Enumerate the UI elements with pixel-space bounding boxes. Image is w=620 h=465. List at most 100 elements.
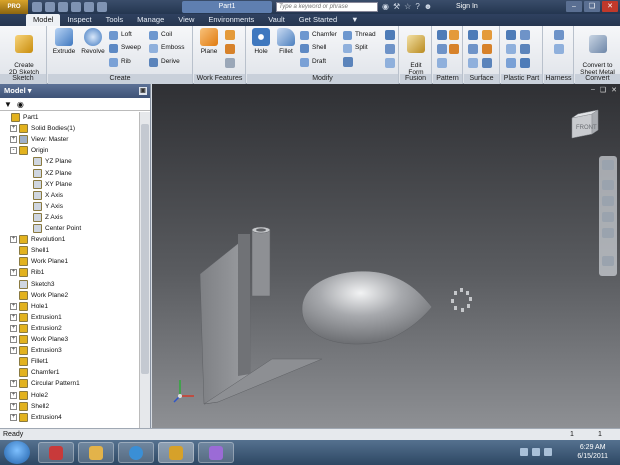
- binoculars-icon[interactable]: ◉: [382, 2, 389, 12]
- tree-node[interactable]: Shell1: [10, 245, 49, 256]
- filter-icon[interactable]: ▼: [4, 100, 12, 109]
- tree-node[interactable]: + Hole1: [10, 301, 48, 312]
- tab-inspect[interactable]: Inspect: [60, 14, 98, 26]
- shell-button[interactable]: Shell: [300, 43, 326, 53]
- convert-to-sheet-metal-button[interactable]: Convert to Sheet Metal: [576, 28, 619, 76]
- tree-expander-icon[interactable]: +: [10, 380, 17, 388]
- trim-icon[interactable]: [482, 44, 492, 54]
- pattern-option-icon[interactable]: [437, 58, 447, 68]
- scrollbar-thumb[interactable]: [141, 124, 149, 374]
- app-logo[interactable]: PRO: [0, 0, 28, 14]
- tree-node[interactable]: + Extrusion1: [10, 312, 62, 323]
- help-search-input[interactable]: Type a keyword or phrase: [276, 2, 378, 12]
- tab-manage[interactable]: Manage: [130, 14, 171, 26]
- tree-expander-icon[interactable]: -: [10, 147, 17, 155]
- sculpt-icon[interactable]: [482, 30, 492, 40]
- taskbar-app-5[interactable]: [198, 442, 234, 463]
- edit-form-button[interactable]: Edit Form: [402, 28, 430, 76]
- tree-node[interactable]: Sketch3: [10, 279, 55, 290]
- tree-node[interactable]: Y Axis: [24, 201, 63, 212]
- rule-fillet-icon[interactable]: [506, 58, 516, 68]
- volume-icon[interactable]: [532, 448, 540, 456]
- tree-expander-icon[interactable]: +: [10, 391, 17, 399]
- tree-expander-icon[interactable]: +: [10, 136, 17, 144]
- tree-expander-icon[interactable]: +: [10, 236, 17, 244]
- ribbon-options-icon[interactable]: ▼: [344, 14, 365, 26]
- restore-icon[interactable]: ❑: [584, 1, 600, 12]
- tree-node[interactable]: XY Plane: [24, 179, 72, 190]
- harness-icon[interactable]: [554, 30, 564, 40]
- help-icon[interactable]: ?: [415, 2, 419, 12]
- tree-expander-icon[interactable]: +: [10, 125, 17, 133]
- tree-expander-icon[interactable]: +: [10, 324, 17, 332]
- browser-scrollbar[interactable]: [139, 112, 150, 428]
- tree-node[interactable]: + Extrusion3: [10, 345, 62, 356]
- chamfer-button[interactable]: Chamfer: [300, 30, 337, 40]
- plane-button[interactable]: Plane: [196, 28, 222, 55]
- select-icon[interactable]: [97, 2, 107, 12]
- redo-icon[interactable]: [84, 2, 94, 12]
- tree-node[interactable]: + Circular Pattern1: [10, 378, 80, 389]
- tree-node[interactable]: + Work Plane3: [10, 334, 68, 345]
- coil-button[interactable]: Coil: [149, 30, 172, 40]
- tree-node[interactable]: Work Plane2: [10, 290, 68, 301]
- draft-button[interactable]: Draft: [300, 57, 326, 67]
- tab-view[interactable]: View: [171, 14, 201, 26]
- create-2d-sketch-button[interactable]: Create 2D Sketch: [4, 28, 44, 76]
- star-icon[interactable]: ☆: [404, 2, 411, 12]
- tree-node[interactable]: + Revolution1: [10, 234, 65, 245]
- rectangular-pattern-icon[interactable]: [437, 30, 447, 40]
- fillet-button[interactable]: Fillet: [274, 28, 298, 55]
- tree-expander-icon[interactable]: +: [10, 336, 17, 343]
- combine-icon[interactable]: [343, 57, 353, 67]
- lip-icon[interactable]: [520, 58, 530, 68]
- tree-expander-icon[interactable]: +: [10, 413, 17, 421]
- rest-icon[interactable]: [506, 44, 516, 54]
- point-icon[interactable]: [225, 44, 235, 54]
- network-icon[interactable]: [520, 448, 528, 456]
- new-icon[interactable]: [32, 2, 42, 12]
- steering-wheel-icon[interactable]: [602, 160, 614, 170]
- graphics-window[interactable]: – ❑ ✕ FRONT: [152, 84, 620, 428]
- tube-body[interactable]: [251, 229, 271, 297]
- model-canvas[interactable]: FRONT: [152, 84, 620, 428]
- axis-icon[interactable]: [225, 30, 235, 40]
- thread-button[interactable]: Thread: [343, 30, 376, 40]
- sweep-button[interactable]: Sweep: [109, 43, 141, 53]
- loft-button[interactable]: Loft: [109, 30, 132, 40]
- patch-icon[interactable]: [468, 44, 478, 54]
- minimize-icon[interactable]: –: [566, 1, 582, 12]
- pan-icon[interactable]: [602, 180, 614, 190]
- delete-face-icon[interactable]: [385, 58, 395, 68]
- taskbar-app-1[interactable]: [38, 442, 74, 463]
- split-button[interactable]: Split: [343, 43, 368, 53]
- tree-expander-icon[interactable]: +: [10, 302, 17, 310]
- tab-model[interactable]: Model: [26, 14, 61, 26]
- tree-node[interactable]: + View: Master: [10, 134, 68, 145]
- circular-pattern-features[interactable]: [451, 288, 472, 312]
- tab-tools[interactable]: Tools: [99, 14, 131, 26]
- browser-menu-icon[interactable]: ▣: [139, 87, 147, 95]
- open-icon[interactable]: [45, 2, 55, 12]
- tree-node[interactable]: XZ Plane: [24, 168, 72, 179]
- tree-node[interactable]: Work Plane1: [10, 256, 68, 267]
- tree-node[interactable]: + Hole2: [10, 390, 48, 401]
- tree-node[interactable]: + Rib1: [10, 267, 44, 278]
- system-clock[interactable]: 6:29 AM 6/15/2011: [577, 443, 608, 461]
- tree-node[interactable]: - Origin: [10, 145, 48, 156]
- sign-in-link[interactable]: Sign In: [456, 1, 478, 13]
- taskbar-inventor[interactable]: [158, 442, 194, 463]
- tree-node[interactable]: Fillet1: [10, 356, 48, 367]
- tree-node[interactable]: + Extrusion2: [10, 323, 62, 334]
- tree-expander-icon[interactable]: +: [10, 347, 17, 355]
- tree-node[interactable]: Part1: [2, 112, 39, 123]
- connector-icon[interactable]: [554, 44, 564, 54]
- binoculars-icon[interactable]: ◉: [17, 100, 24, 109]
- tree-node[interactable]: Z Axis: [24, 212, 63, 223]
- circular-pattern-icon[interactable]: [449, 30, 459, 40]
- look-at-icon[interactable]: [602, 228, 614, 238]
- tree-node[interactable]: Chamfer1: [10, 367, 60, 378]
- browser-header[interactable]: Model ▾ ▣: [0, 84, 150, 98]
- taskbar-app-3[interactable]: [118, 442, 154, 463]
- stitch-icon[interactable]: [468, 30, 478, 40]
